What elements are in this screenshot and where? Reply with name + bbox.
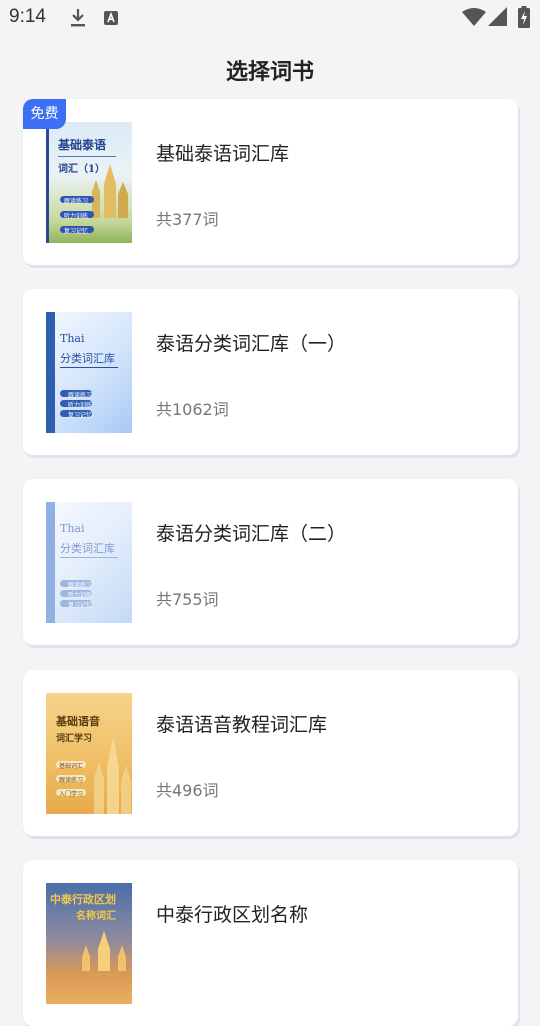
- cover-item: 复习记忆: [64, 228, 89, 235]
- temple-illustration: [94, 737, 131, 814]
- cover-subtitle: 分类词汇库: [60, 542, 115, 555]
- book-title: 基础泰语词汇库: [156, 143, 290, 165]
- cover-item: 复习记忆: [68, 602, 93, 609]
- cover-item: 跟读练习: [64, 198, 89, 205]
- word-count: 共755词: [156, 590, 219, 609]
- book-cover: Thai 分类词汇库 跟读练习 听力训练 复习记忆: [46, 502, 132, 623]
- cover-title: Thai: [60, 522, 85, 535]
- cover-item: 听力训练: [68, 592, 93, 599]
- free-badge: 免费: [23, 99, 66, 129]
- book-title: 泰语分类词汇库（一）: [156, 333, 347, 355]
- cover-subtitle: 分类词汇库: [60, 352, 115, 365]
- cover-item: 入门学习: [59, 791, 84, 798]
- book-card[interactable]: Thai 分类词汇库 跟读练习 听力训练 复习记忆 泰语分类词汇库（二） 共75…: [23, 479, 518, 645]
- page-title: 选择词书: [225, 60, 314, 85]
- cover-item: 跟读练习: [59, 777, 84, 784]
- cover-subtitle: 词汇学习: [56, 734, 93, 744]
- book-title: 泰语分类词汇库（二）: [156, 523, 347, 545]
- cover-subtitle: 名称词汇: [76, 911, 116, 922]
- cellular-signal-icon: [488, 7, 507, 26]
- battery-charging-icon: [518, 6, 530, 28]
- book-cover: 基础泰语 词汇（1） 跟读练习 听力训练 复习记忆: [46, 122, 132, 243]
- word-count: 共1062词: [156, 400, 229, 419]
- cover-item: 基础词汇: [59, 763, 84, 770]
- book-card[interactable]: 基础泰语 词汇（1） 跟读练习 听力训练 复习记忆 免费 基础泰语词汇库 共37…: [23, 99, 518, 265]
- word-count: 共496词: [156, 781, 219, 800]
- temple-illustration: [82, 931, 126, 971]
- book-card[interactable]: 中泰行政区划 名称词汇 中泰行政区划名称: [23, 860, 518, 1026]
- book-card[interactable]: 基础语音 词汇学习 基础词汇 跟读练习 入门学习 泰语语音教程词汇库 共496词: [23, 670, 518, 836]
- cover-title: 中泰行政区划: [50, 893, 116, 906]
- book-title: 中泰行政区划名称: [156, 904, 309, 926]
- book-cover: 中泰行政区划 名称词汇: [46, 883, 132, 1004]
- keyboard-a-icon: [104, 11, 118, 25]
- book-card[interactable]: Thai 分类词汇库 跟读练习 听力训练 复习记忆 泰语分类词汇库（一） 共10…: [23, 289, 518, 455]
- cover-item: 跟读练习: [68, 582, 93, 589]
- status-bar: 9:14: [0, 0, 540, 36]
- cover-item: 跟读练习: [68, 392, 93, 399]
- cover-item: 复习记忆: [68, 412, 93, 419]
- wifi-icon: [462, 8, 486, 26]
- temple-illustration: [92, 164, 128, 218]
- cover-title: 基础语音: [56, 715, 100, 728]
- cover-item: 听力训练: [68, 402, 93, 409]
- cover-title: 基础泰语: [58, 138, 107, 152]
- download-icon: [71, 9, 85, 27]
- cover-title: Thai: [60, 332, 85, 345]
- word-count: 共377词: [156, 210, 219, 229]
- status-time: 9:14: [9, 6, 46, 27]
- book-title: 泰语语音教程词汇库: [156, 714, 328, 736]
- cover-item: 听力训练: [64, 213, 89, 220]
- book-cover: Thai 分类词汇库 跟读练习 听力训练 复习记忆: [46, 312, 132, 433]
- book-cover: 基础语音 词汇学习 基础词汇 跟读练习 入门学习: [46, 693, 132, 814]
